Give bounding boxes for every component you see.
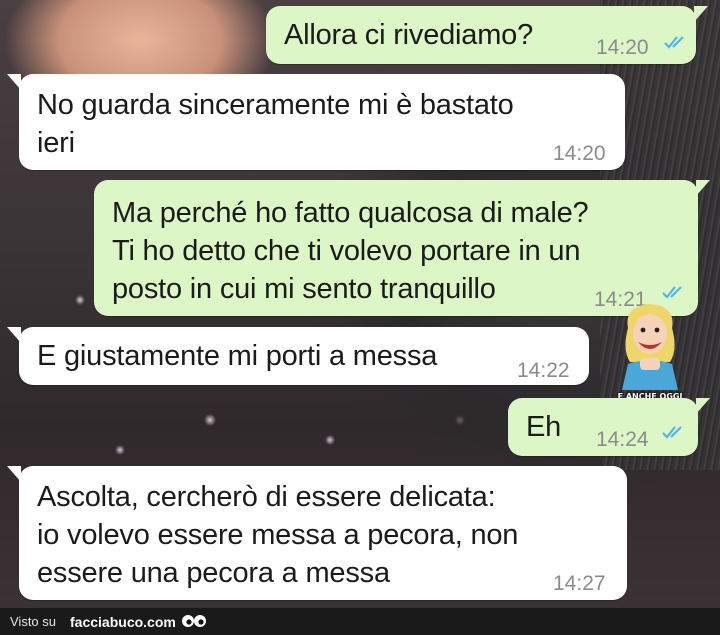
message-time: 14:27 <box>553 572 606 595</box>
footer-site-link[interactable]: facciabuco.com <box>70 614 176 630</box>
message-bubble-outgoing[interactable]: Allora ci rivediamo? 14:20 <box>266 6 708 64</box>
message-text: Eh <box>526 411 562 443</box>
message-bubble-incoming[interactable]: No guarda sinceramente mi è bastato ieri… <box>7 74 625 170</box>
message-bubble-outgoing[interactable]: Eh 14:24 <box>508 398 710 456</box>
message-text: Ascolta, cercherò di essere delicata: io… <box>37 481 519 589</box>
message-text: E giustamente mi porti a messa <box>37 340 438 372</box>
read-ticks-icon <box>664 36 684 49</box>
message-bubble-incoming[interactable]: Ascolta, cercherò di essere delicata: io… <box>7 466 627 600</box>
read-ticks-icon <box>662 426 682 439</box>
message-time: 14:20 <box>596 36 649 59</box>
message-text: No guarda sinceramente mi è bastato ieri <box>37 89 514 159</box>
message-time: 14:20 <box>553 142 606 165</box>
message-bubble-incoming[interactable]: E giustamente mi porti a messa 14:22 <box>7 327 589 385</box>
watermark-footer: Visto su facciabuco.com <box>0 608 720 635</box>
eyes-logo-icon <box>181 614 206 627</box>
message-time: 14:22 <box>517 359 570 382</box>
message-bubble-outgoing[interactable]: Ma perché ho fatto qualcosa di male? Ti … <box>94 180 710 316</box>
message-text: Allora ci rivediamo? <box>284 19 534 51</box>
footer-prefix: Visto su <box>10 614 57 629</box>
message-time: 14:24 <box>596 428 649 451</box>
message-text: Ma perché ho fatto qualcosa di male? Ti … <box>112 197 589 305</box>
